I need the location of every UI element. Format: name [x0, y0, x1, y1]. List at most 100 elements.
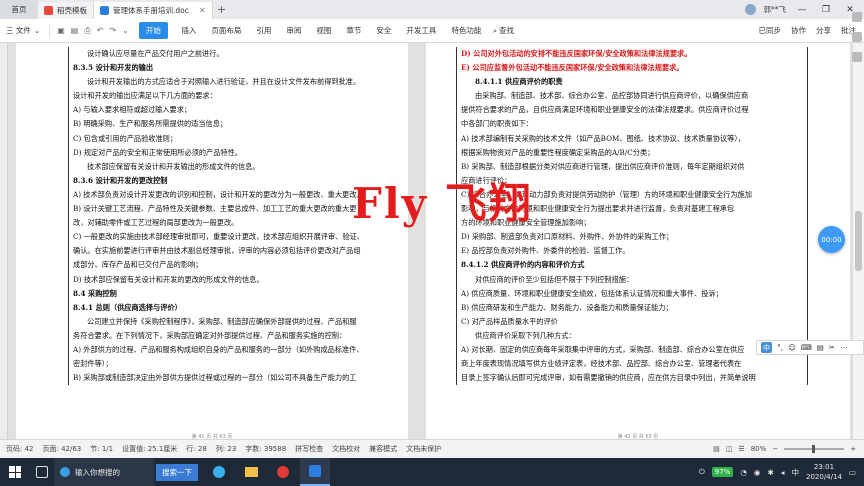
- search-go-button[interactable]: 搜索一下: [156, 463, 198, 481]
- view-web-icon[interactable]: ◫: [726, 445, 733, 453]
- save-icon[interactable]: ▤: [71, 26, 79, 36]
- app-explorer-icon[interactable]: [236, 458, 266, 486]
- document-line[interactable]: E) 品控部负责对外购件、外委件的检验、监督工作。: [461, 244, 803, 258]
- minimize-button[interactable]: —: [794, 5, 810, 15]
- document-line[interactable]: 设计确认应尽量在产品交付用户之前进行。: [73, 47, 408, 61]
- print-icon[interactable]: ⎙: [84, 26, 90, 36]
- document-page-41[interactable]: 设计确认应尽量在产品交付用户之前进行。 8.3.5 设计和开发的输出 设计和开发输出…: [16, 43, 408, 439]
- view-mode-icon[interactable]: ▤: [713, 445, 720, 453]
- share-button[interactable]: 分享: [816, 25, 831, 36]
- collaborate-button[interactable]: 协作: [791, 25, 806, 36]
- file-menu[interactable]: 三 文件 ⌄: [0, 25, 46, 36]
- app-red-icon[interactable]: [268, 458, 298, 486]
- document-line[interactable]: 成部分、库存产品和已交付产品的影响；: [73, 258, 408, 272]
- document-line[interactable]: 8.4 采购控制: [73, 287, 408, 301]
- tab-docer-templates[interactable]: 稻壳模板: [38, 2, 94, 19]
- document-line[interactable]: D) 采购部、制造部负责对口原材料、外购件、外协件的采购工作；: [461, 230, 803, 244]
- document-line[interactable]: B) 供应商研发和生产能力、财务能力、设备能力和质量保证能力；: [461, 301, 803, 315]
- battery-indicator[interactable]: 97%: [711, 467, 734, 477]
- tab-review[interactable]: 审阅: [279, 25, 309, 36]
- ime-keyboard-icon[interactable]: ⌨: [801, 343, 812, 352]
- search-input[interactable]: 输入你想搜的: [75, 467, 120, 478]
- document-line[interactable]: 务符合要求。在下列情况下，采购部应确定对外部提供过程、产品和服务实施的控制：: [73, 329, 408, 343]
- sync-status[interactable]: 已同步: [759, 25, 782, 36]
- ime-emoji-icon[interactable]: ☺: [788, 343, 796, 352]
- document-line[interactable]: C) 对产品样品质量水平的评价: [461, 315, 803, 329]
- network-icon[interactable]: ◔: [740, 468, 747, 477]
- document-line[interactable]: 公司建立并保持《采购控制程序》，采购部、制造部应确保外部提供的过程、产品和服: [73, 315, 408, 329]
- tab-page-layout[interactable]: 页面布局: [204, 25, 249, 36]
- zoom-out-icon[interactable]: −: [772, 445, 778, 453]
- task-view-icon[interactable]: [30, 458, 54, 486]
- open-icon[interactable]: ▣: [57, 26, 65, 36]
- app-wps-writer-icon[interactable]: [300, 458, 330, 486]
- chat-icon[interactable]: ◉: [754, 468, 761, 477]
- status-protection[interactable]: 文档未保护: [406, 444, 441, 454]
- start-button[interactable]: [0, 466, 30, 478]
- redo-icon[interactable]: ↷: [109, 26, 116, 36]
- document-line[interactable]: D) 规定对产品的安全和正常使用所必须的产品特性。: [73, 146, 408, 160]
- tab-view[interactable]: 视图: [309, 25, 339, 36]
- ime-menu-icon[interactable]: ▤: [817, 343, 824, 352]
- status-spell-check[interactable]: 拼写检查: [295, 444, 323, 454]
- document-line[interactable]: D) 技术部应保留有关设计和开发的更改的形成文件的信息。: [73, 273, 408, 287]
- ime-punctuation-icon[interactable]: °,: [777, 343, 783, 352]
- tab-special-features[interactable]: 特色功能: [444, 25, 489, 36]
- ime-more-icon[interactable]: ⋯: [840, 343, 848, 352]
- document-line[interactable]: 由采购部、制造部、技术部、综合办公室、品控部协同进行供应商评价，以确保供应商: [461, 89, 803, 103]
- zoom-slider[interactable]: [784, 445, 845, 453]
- tab-section[interactable]: 章节: [339, 25, 369, 36]
- status-word-count[interactable]: 字数: 39588: [245, 444, 286, 454]
- document-line[interactable]: 设计和开发输出的方式应适合于对照输入进行验证，并且在设计文件发布前得到批准。: [73, 75, 408, 89]
- zoom-in-icon[interactable]: +: [850, 445, 856, 453]
- vertical-scrollbar[interactable]: [852, 43, 864, 439]
- bluetooth-icon[interactable]: ✱: [767, 468, 773, 477]
- tab-security[interactable]: 安全: [369, 25, 399, 36]
- app-browser-icon[interactable]: [204, 458, 234, 486]
- document-line[interactable]: B) 采购部或制造部决定由外部供方提供过程或过程的一部分（如公司不具备生产能力的…: [73, 371, 408, 385]
- document-line[interactable]: 设计和开发的输出应满足以下几方面的要求：: [73, 89, 408, 103]
- chevron-down-icon[interactable]: ⌄: [122, 26, 129, 36]
- ime-indicator[interactable]: 中: [792, 467, 800, 478]
- tab-document[interactable]: 管理体系手册培训.doc ✕: [94, 2, 213, 19]
- status-proofread[interactable]: 文档校对: [332, 444, 360, 454]
- document-line[interactable]: 对供应商的评价至少包括但不限于下列控制措施：: [461, 273, 803, 287]
- document-line[interactable]: A) 外部供方的过程、产品和服务构成组织自身的产品和服务的一部分（如外购成品标准…: [73, 343, 408, 357]
- document-line[interactable]: 根据采购物资对产品的重要性程度确定采购品的A/B/C分类；: [461, 146, 803, 160]
- document-line[interactable]: A) 技术部编制有关采购的技术文件（如产品BOM、图纸、技术协议、技术质量协议等…: [461, 132, 803, 146]
- notification-icon[interactable]: ▭: [849, 468, 856, 477]
- tab-insert[interactable]: 插入: [174, 25, 204, 36]
- document-line[interactable]: 供应商评价采取下列几种方式：: [461, 329, 803, 343]
- status-page-number[interactable]: 页码: 42: [6, 444, 34, 454]
- document-line[interactable]: A) 与输入要求相符或超过输入要求；: [73, 103, 408, 117]
- document-line[interactable]: 8.4.1.1 供应商评价的职责: [461, 75, 803, 89]
- maximize-button[interactable]: ❐: [818, 5, 834, 15]
- properties-icon[interactable]: [852, 52, 862, 62]
- document-line[interactable]: 目录上签字确认后即可完成评审，如有需要撤销的供应商，应在供方目录中列出，并简单说…: [461, 371, 803, 385]
- ime-scissors-icon[interactable]: ✂: [829, 343, 835, 352]
- document-line[interactable]: D) 公司对外包活动的安排不能违反国家环保/安全政策和法律法规要求。: [461, 47, 803, 61]
- format-icon[interactable]: [852, 32, 862, 42]
- document-line[interactable]: 8.4.1 总则（供应商选择与评价）: [73, 301, 408, 315]
- power-icon[interactable]: ⏻: [699, 467, 705, 477]
- tab-references[interactable]: 引用: [249, 25, 279, 36]
- close-tab-icon[interactable]: ✕: [199, 6, 206, 15]
- document-line[interactable]: 提供符合要求的产品，且供应商满足环境和职业健康安全的法律法规要求。供应商评价过程: [461, 103, 803, 117]
- search-button[interactable]: ⌕ 查找: [493, 25, 514, 36]
- document-line[interactable]: A) 对长期、固定的供应商每年采取集中评审的方式，采购部、制造部、综合办公室在供…: [461, 343, 803, 357]
- tab-start[interactable]: 开始: [138, 22, 168, 39]
- document-line[interactable]: 8.3.5 设计和开发的输出: [73, 61, 408, 75]
- clock[interactable]: 23:01 2020/4/14: [806, 462, 842, 482]
- volume-icon[interactable]: ◂: [781, 468, 785, 477]
- status-pages[interactable]: 页面: 42/63: [43, 444, 82, 454]
- new-tab-button[interactable]: +: [213, 3, 231, 16]
- document-line[interactable]: 中各部门的职责如下：: [461, 117, 803, 131]
- view-outline-icon[interactable]: ☰: [738, 445, 744, 453]
- document-workspace[interactable]: 设计确认应尽量在产品交付用户之前进行。 8.3.5 设计和开发的输出 设计和开发输出…: [0, 43, 864, 439]
- select-icon[interactable]: [852, 12, 862, 22]
- document-line[interactable]: A) 供应商质量、环境和职业健康安全绩效，包括体系认证情况和重大事件、投诉；: [461, 287, 803, 301]
- taskbar-search[interactable]: 输入你想搜的: [54, 458, 154, 486]
- document-line[interactable]: C) 包含或引用的产品验收准则；: [73, 132, 408, 146]
- document-line[interactable]: B) 明确采购、生产和服务所需提供的适当信息；: [73, 117, 408, 131]
- user-avatar[interactable]: [744, 4, 756, 15]
